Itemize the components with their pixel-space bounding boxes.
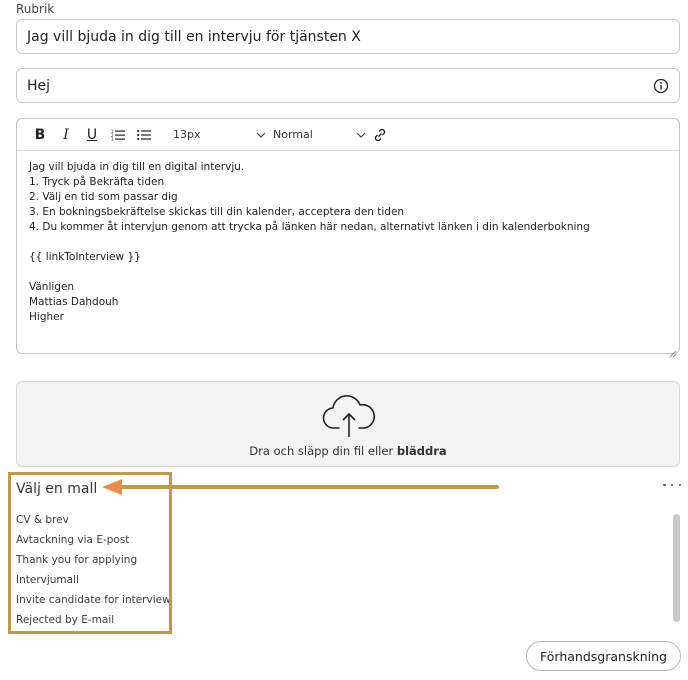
more-options-icon[interactable]: [663, 478, 681, 492]
underline-button[interactable]: U: [79, 124, 105, 146]
file-dropzone[interactable]: Dra och släpp din fil eller bläddra: [16, 381, 680, 467]
link-icon[interactable]: [367, 124, 393, 146]
header-style-select[interactable]: Normal: [267, 124, 367, 146]
subject-input[interactable]: Jag vill bjuda in dig till en intervju f…: [16, 19, 680, 54]
editor-line: 4. Du kommer åt intervjun genom att tryc…: [29, 221, 590, 233]
info-icon[interactable]: [653, 78, 669, 94]
editor-line: [29, 235, 667, 250]
dropzone-instruction: Dra och släpp din fil eller: [249, 444, 397, 458]
template-section-title: Välj en mall: [16, 481, 98, 497]
chevron-down-icon: [255, 129, 267, 141]
template-item[interactable]: CV & brev: [16, 512, 171, 532]
template-item[interactable]: Invite candidate for interview: [16, 592, 171, 612]
subject-value: Jag vill bjuda in dig till en intervju f…: [27, 28, 361, 45]
ordered-list-icon[interactable]: 123: [105, 124, 131, 146]
editor-line: 1. Tryck på Bekräfta tiden: [29, 176, 165, 188]
chevron-down-icon: [355, 129, 367, 141]
preview-button[interactable]: Förhandsgranskning: [526, 641, 681, 671]
dropzone-text: Dra och släpp din fil eller bläddra: [249, 444, 446, 458]
header-style-value: Normal: [273, 128, 313, 141]
bold-button[interactable]: B: [27, 124, 53, 146]
editor-line: {{ linkToInterview }}: [29, 251, 141, 263]
editor-line: Vänligen: [29, 281, 75, 293]
greeting-input[interactable]: Hej: [16, 68, 680, 103]
resize-handle-icon[interactable]: [669, 343, 677, 358]
editor-line: [29, 265, 667, 280]
template-list: CV & brev Avtackning via E-post Thank yo…: [16, 512, 171, 632]
editor-line: 3. En bokningsbekräftelse skickas till d…: [29, 206, 405, 218]
template-item[interactable]: Thank you for applying: [16, 552, 171, 572]
annotation-arrow-icon: [102, 479, 499, 495]
editor-toolbar: B I U 123 13px Normal: [17, 119, 679, 151]
template-item[interactable]: Intervjumall: [16, 572, 171, 592]
subject-label: Rubrik: [16, 2, 55, 16]
svg-text:3: 3: [111, 137, 114, 141]
italic-button[interactable]: I: [53, 124, 79, 146]
editor-line: Jag vill bjuda in dig till en digital in…: [29, 161, 245, 173]
cloud-upload-icon: [319, 394, 379, 438]
message-editor[interactable]: B I U 123 13px Normal Jag vill bjuda in …: [16, 118, 680, 358]
editor-line: Mattias Dahdouh: [29, 296, 119, 308]
greeting-value: Hej: [27, 77, 51, 94]
template-scrollbar[interactable]: [673, 514, 680, 622]
browse-link[interactable]: bläddra: [397, 444, 447, 458]
font-size-select[interactable]: 13px: [167, 124, 267, 146]
template-item[interactable]: Rejected by E-mail: [16, 612, 171, 632]
editor-line: Higher: [29, 311, 64, 323]
template-item[interactable]: Avtackning via E-post: [16, 532, 171, 552]
editor-content[interactable]: Jag vill bjuda in dig till en digital in…: [17, 151, 679, 334]
editor-line: 2. Välj en tid som passar dig: [29, 191, 178, 203]
bullet-list-icon[interactable]: [131, 124, 157, 146]
font-size-value: 13px: [173, 128, 201, 141]
